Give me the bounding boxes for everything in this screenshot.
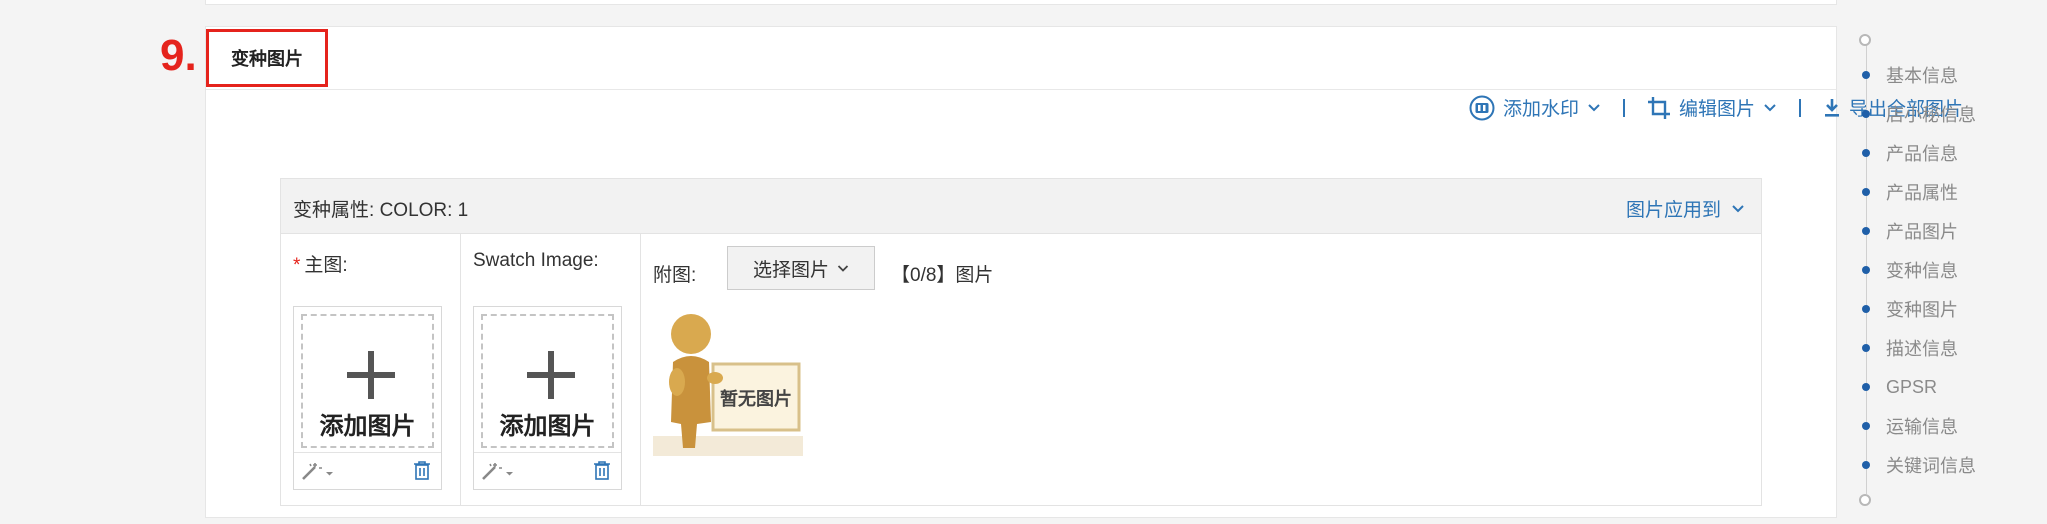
section-navigator: 基本信息店小秘信息产品信息产品属性产品图片变种信息变种图片描述信息 GPSR 运输信… (1858, 28, 2047, 518)
nav-dot-icon (1862, 71, 1870, 79)
crop-icon (1647, 96, 1670, 119)
required-asterisk: * (293, 255, 301, 276)
card-header: 变种图片 (206, 27, 1836, 90)
no-image-text: 暂无图片 (720, 388, 792, 410)
apply-images-to-label: 图片应用到 (1625, 200, 1721, 221)
chevron-down-icon (1764, 103, 1776, 111)
nav-item[interactable]: 关键词信息 (1858, 452, 1976, 478)
nav-dot-icon (1862, 305, 1870, 313)
additional-images-column: 附图: 选择图片 【0/8】图片 暂无图片 (641, 234, 1761, 505)
nav-item-label: 店小秘信息 (1886, 105, 1976, 125)
uploader-footer (474, 452, 621, 489)
nav-dot-icon (1862, 461, 1870, 469)
trash-icon[interactable] (593, 460, 611, 480)
nav-item-label: 产品属性 (1886, 183, 1958, 203)
image-count: 【0/8】图片 (891, 265, 994, 286)
variant-header-row: 变种属性: COLOR: 1 图片应用到 (281, 179, 1761, 234)
nav-item[interactable]: 运输信息 (1858, 413, 1958, 439)
add-image-label: 添加图片 (499, 413, 596, 440)
select-image-dropdown[interactable]: 选择图片 (727, 246, 875, 290)
main-image-label-wrap: * 主图: (293, 250, 348, 277)
chevron-down-icon (1588, 103, 1600, 111)
plus-icon (527, 351, 575, 399)
previous-section-card (205, 0, 1837, 5)
download-icon (1824, 98, 1839, 117)
nav-item[interactable]: GPSR (1858, 374, 1937, 400)
nav-item-label: 关键词信息 (1886, 456, 1976, 476)
nav-item-label: 产品图片 (1886, 222, 1958, 242)
add-swatch-image-button[interactable]: 添加图片 (481, 314, 614, 448)
toolbar-divider (1798, 98, 1801, 117)
nav-item-label: 变种信息 (1886, 261, 1958, 281)
plus-icon (347, 351, 395, 399)
main-image-label: 主图: (304, 255, 348, 276)
main-image-uploader: 添加图片 (293, 306, 442, 490)
edit-image-label: 编辑图片 (1678, 99, 1755, 120)
nav-item[interactable]: 产品信息 (1858, 140, 1958, 166)
nav-dot-icon (1862, 266, 1870, 274)
variant-attribute-label: 变种属性: (293, 200, 375, 221)
swatch-image-column: Swatch Image: 添加图片 (461, 234, 641, 505)
variant-attribute: 变种属性: COLOR: 1 (293, 195, 468, 222)
nav-item-label: 基本信息 (1886, 66, 1958, 86)
nav-dot-icon (1862, 422, 1870, 430)
uploader-footer (294, 452, 441, 489)
variant-image-table: 变种属性: COLOR: 1 图片应用到 * 主图: 添加图片 Swatch I… (280, 178, 1762, 506)
main-image-column: * 主图: 添加图片 (281, 234, 461, 505)
watermark-icon (1469, 95, 1495, 120)
additional-images-label: 附图: (653, 265, 697, 286)
no-image-placeholder: 暂无图片 (653, 314, 803, 456)
chevron-down-icon (1732, 204, 1744, 212)
swatch-image-uploader: 添加图片 (473, 306, 622, 490)
magic-wand-icon[interactable] (300, 461, 336, 481)
select-image-label: 选择图片 (752, 259, 829, 281)
nav-dot-icon (1862, 188, 1870, 196)
nav-dot-icon (1862, 344, 1870, 352)
nav-item[interactable]: 产品属性 (1858, 179, 1958, 205)
nav-dot-icon (1862, 110, 1870, 118)
apply-images-to-dropdown[interactable]: 图片应用到 (1626, 195, 1745, 222)
nav-item[interactable]: 变种信息 (1858, 257, 1958, 283)
nav-dot-icon (1862, 383, 1870, 391)
nav-item[interactable]: 基本信息 (1858, 62, 1958, 88)
step-number: 9. (160, 31, 197, 80)
chevron-down-icon (837, 264, 849, 272)
nav-top-cap (1859, 34, 1871, 46)
nav-item[interactable]: 店小秘信息 (1858, 101, 1976, 127)
magic-wand-icon[interactable] (480, 461, 516, 481)
swatch-image-label: Swatch Image: (473, 250, 599, 271)
add-main-image-button[interactable]: 添加图片 (301, 314, 434, 448)
section-title: 变种图片 (206, 29, 328, 87)
edit-image-button[interactable]: 编辑图片 (1647, 94, 1777, 121)
trash-icon[interactable] (413, 460, 431, 480)
toolbar-divider (1622, 98, 1625, 117)
nav-item-label: 描述信息 (1886, 339, 1958, 359)
nav-dot-icon (1862, 149, 1870, 157)
nav-item-label: 变种图片 (1886, 300, 1958, 320)
nav-item-label: 产品信息 (1886, 144, 1958, 164)
add-watermark-button[interactable]: 添加水印 (1469, 94, 1601, 121)
nav-bottom-cap (1859, 494, 1871, 506)
add-watermark-label: 添加水印 (1502, 99, 1579, 120)
variant-attribute-value: COLOR: 1 (379, 200, 469, 221)
nav-item[interactable]: 变种图片 (1858, 296, 1958, 322)
add-image-label: 添加图片 (319, 413, 416, 440)
nav-item-label: 运输信息 (1886, 417, 1958, 437)
nav-dot-icon (1862, 227, 1870, 235)
nav-item[interactable]: 产品图片 (1858, 218, 1958, 244)
nav-item-label: GPSR (1886, 376, 1938, 397)
nav-item[interactable]: 描述信息 (1858, 335, 1958, 361)
